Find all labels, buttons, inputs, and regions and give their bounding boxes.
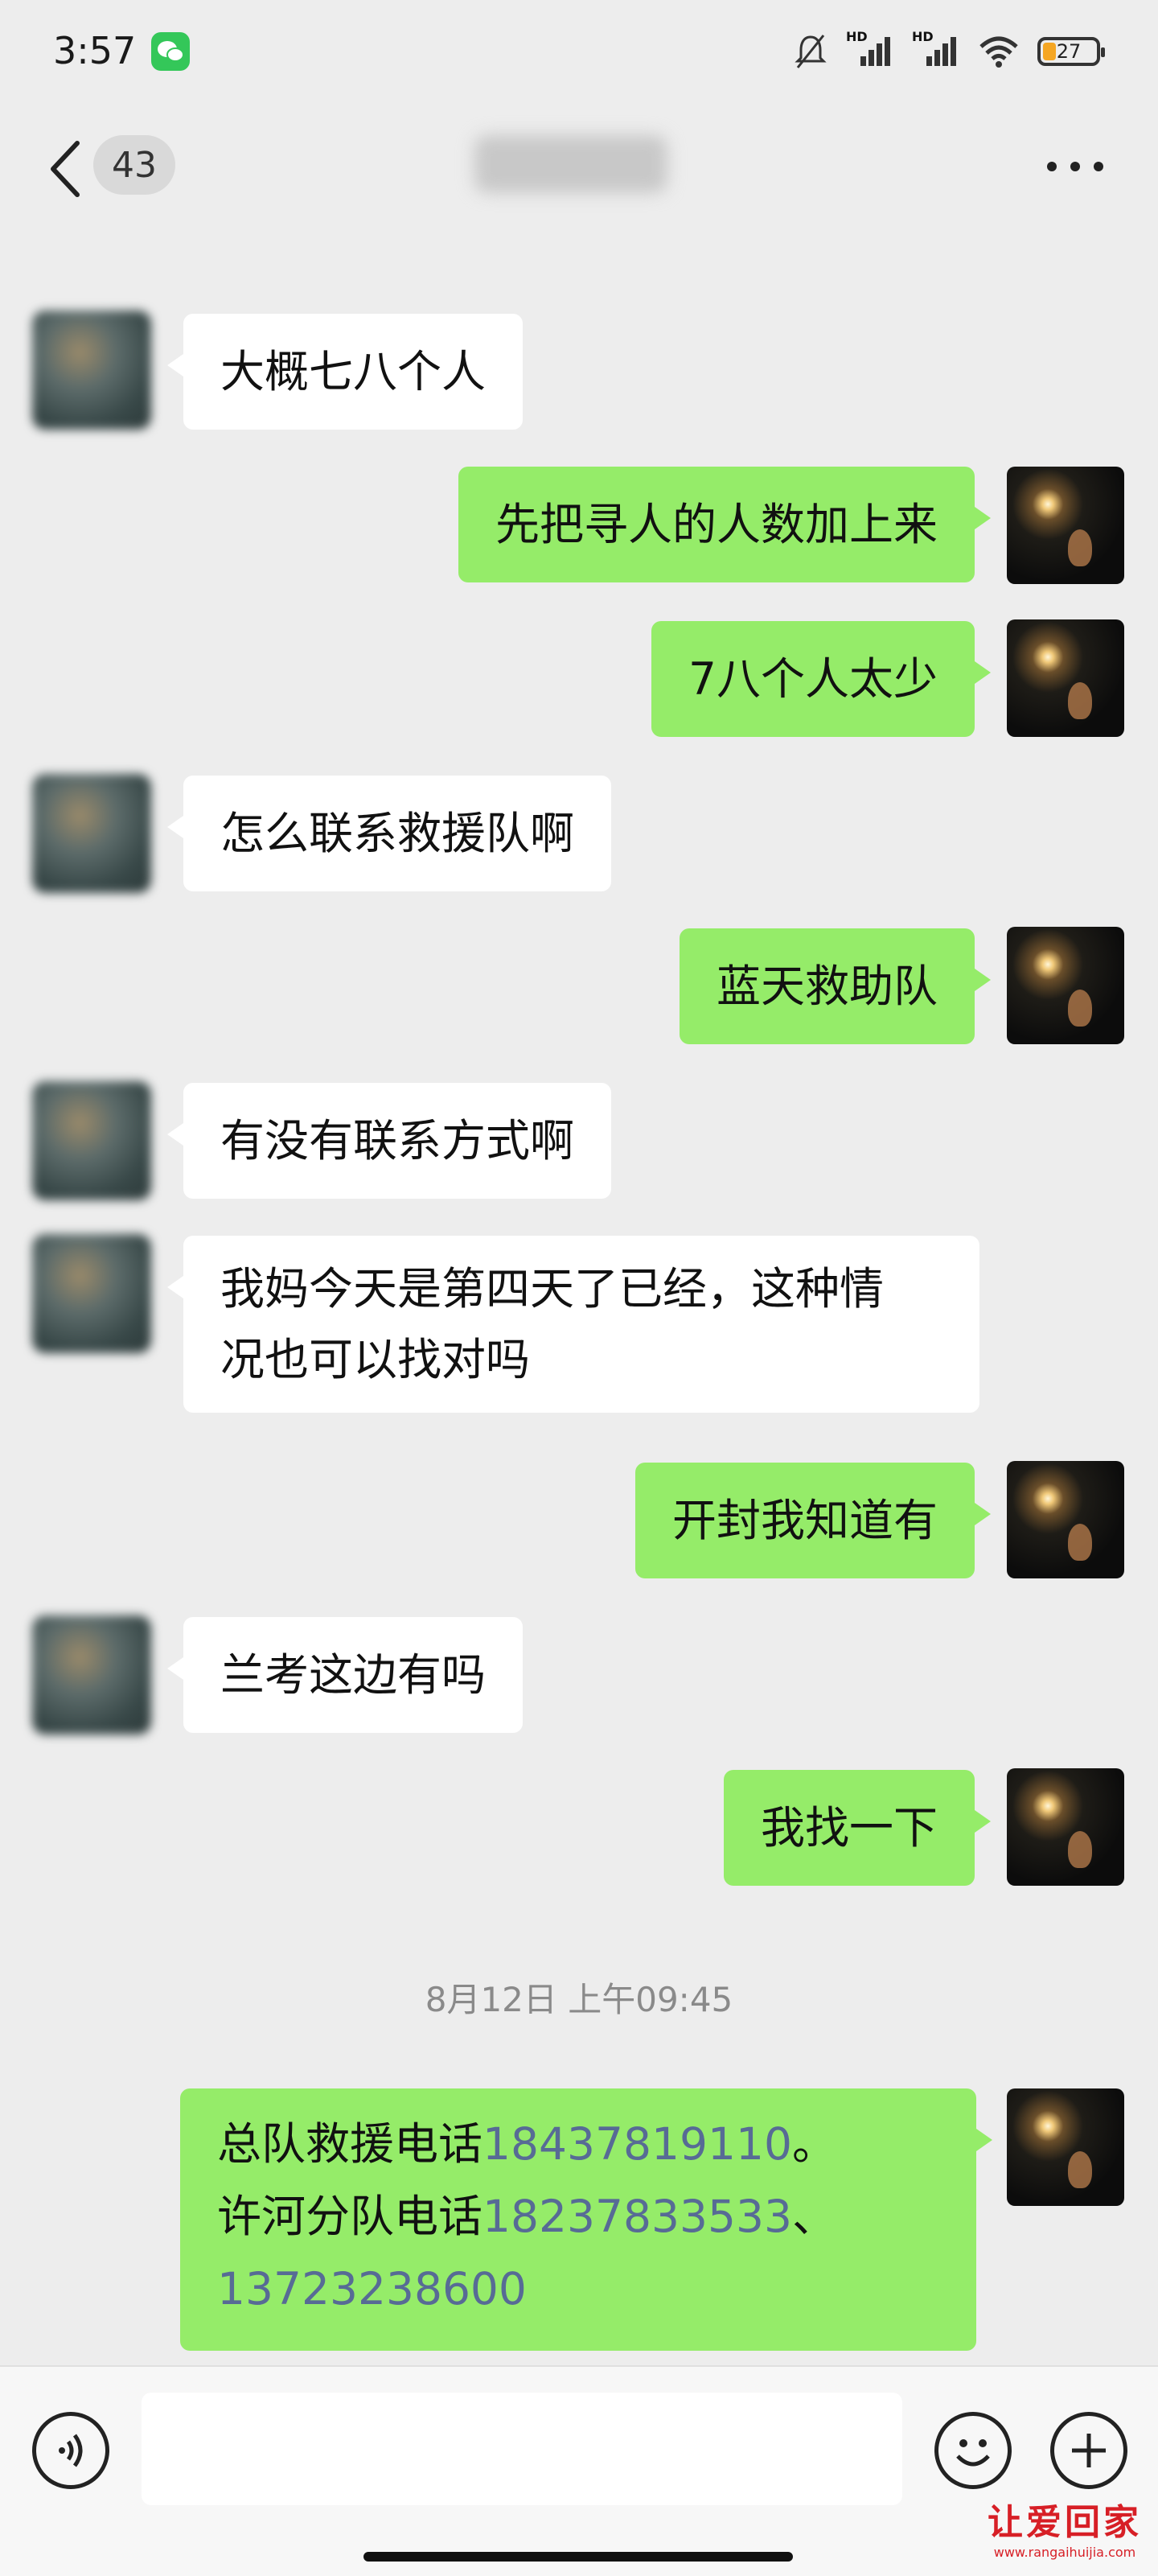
- battery-icon: 27: [1037, 37, 1105, 66]
- message-outgoing[interactable]: 先把寻人的人数加上来: [458, 467, 992, 582]
- message-incoming-multiline[interactable]: 我妈今天是第四天了已经，这种情 况也可以找对吗: [167, 1236, 979, 1413]
- input-bar: 让爱回家 www.rangaihuijia.com: [0, 2365, 1158, 2576]
- status-icons: HD HD 27: [793, 29, 1105, 74]
- back-arrow-icon[interactable]: [45, 137, 85, 201]
- signal-icon-2: HD: [912, 29, 960, 71]
- message-outgoing[interactable]: 开封我知道有: [634, 1463, 992, 1578]
- message-outgoing-phone-numbers[interactable]: 总队救援电话18437819110。 许河分队电话18237833533、 13…: [180, 2088, 992, 2351]
- watermark-logo: 让爱回家 www.rangaihuijia.com: [988, 2493, 1142, 2560]
- plus-icon: [1072, 2434, 1106, 2467]
- watermark-url: www.rangaihuijia.com: [993, 2545, 1136, 2560]
- contact-avatar[interactable]: [32, 1234, 151, 1353]
- smile-icon: [956, 2439, 990, 2467]
- message-incoming[interactable]: 怎么联系救援队啊: [166, 776, 612, 891]
- phone-number-link[interactable]: 18237833533: [482, 2191, 792, 2242]
- phone-number-link[interactable]: 18437819110: [482, 2118, 792, 2170]
- more-functions-button[interactable]: [1050, 2412, 1127, 2489]
- my-avatar[interactable]: [1007, 1461, 1124, 1578]
- chat-title-blurred: [474, 135, 667, 193]
- signal-icon-1: HD: [846, 29, 894, 71]
- message-outgoing[interactable]: 7八个人太少: [651, 621, 991, 737]
- text-segment: 总队救援电话: [217, 2118, 483, 2170]
- emoji-button[interactable]: [934, 2412, 1012, 2489]
- wechat-notification-icon: [151, 32, 190, 71]
- wifi-icon: [979, 36, 1018, 68]
- text-segment: 许河分队电话: [217, 2191, 483, 2242]
- message-line: 况也可以找对吗: [220, 1334, 531, 1385]
- my-avatar[interactable]: [1007, 2088, 1124, 2206]
- unread-count-badge[interactable]: 43: [93, 135, 175, 195]
- message-line: 总队救援电话18437819110。: [217, 2108, 939, 2180]
- message-outgoing[interactable]: 我找一下: [723, 1770, 992, 1886]
- message-timestamp: 8月12日 上午09:45: [425, 1980, 733, 2019]
- contact-avatar[interactable]: [32, 1615, 151, 1734]
- text-segment: 、: [791, 2191, 836, 2242]
- mute-bell-icon: [795, 35, 827, 68]
- message-incoming[interactable]: 兰考这边有吗: [166, 1617, 524, 1733]
- watermark-main: 让爱回家: [988, 2502, 1142, 2543]
- message-input[interactable]: [142, 2393, 902, 2505]
- message-line: 13723238600: [217, 2253, 939, 2325]
- home-indicator[interactable]: [363, 2552, 793, 2562]
- status-bar: 3:57 HD HD 27: [0, 0, 1158, 105]
- contact-avatar[interactable]: [32, 1081, 151, 1200]
- battery-fill: [1043, 43, 1056, 60]
- message-incoming[interactable]: 大概七八个人: [166, 314, 524, 430]
- status-time: 3:57: [53, 29, 137, 72]
- contact-avatar[interactable]: [32, 311, 151, 430]
- my-avatar[interactable]: [1007, 927, 1124, 1044]
- phone-number-link[interactable]: 13723238600: [217, 2263, 527, 2315]
- message-line: 我妈今天是第四天了已经，这种情: [220, 1263, 885, 1315]
- message-line: 许河分队电话18237833533、: [217, 2180, 939, 2253]
- voice-icon: [59, 2434, 83, 2467]
- battery-level: 27: [1056, 40, 1082, 63]
- message-outgoing[interactable]: 蓝天救助队: [679, 928, 992, 1044]
- my-avatar[interactable]: [1007, 467, 1124, 584]
- my-avatar[interactable]: [1007, 1768, 1124, 1886]
- contact-avatar[interactable]: [32, 774, 151, 893]
- voice-input-button[interactable]: [32, 2412, 109, 2489]
- text-segment: 。: [791, 2118, 836, 2170]
- my-avatar[interactable]: [1007, 619, 1124, 737]
- message-incoming[interactable]: 有没有联系方式啊: [166, 1083, 612, 1199]
- more-options-icon[interactable]: [1047, 154, 1103, 179]
